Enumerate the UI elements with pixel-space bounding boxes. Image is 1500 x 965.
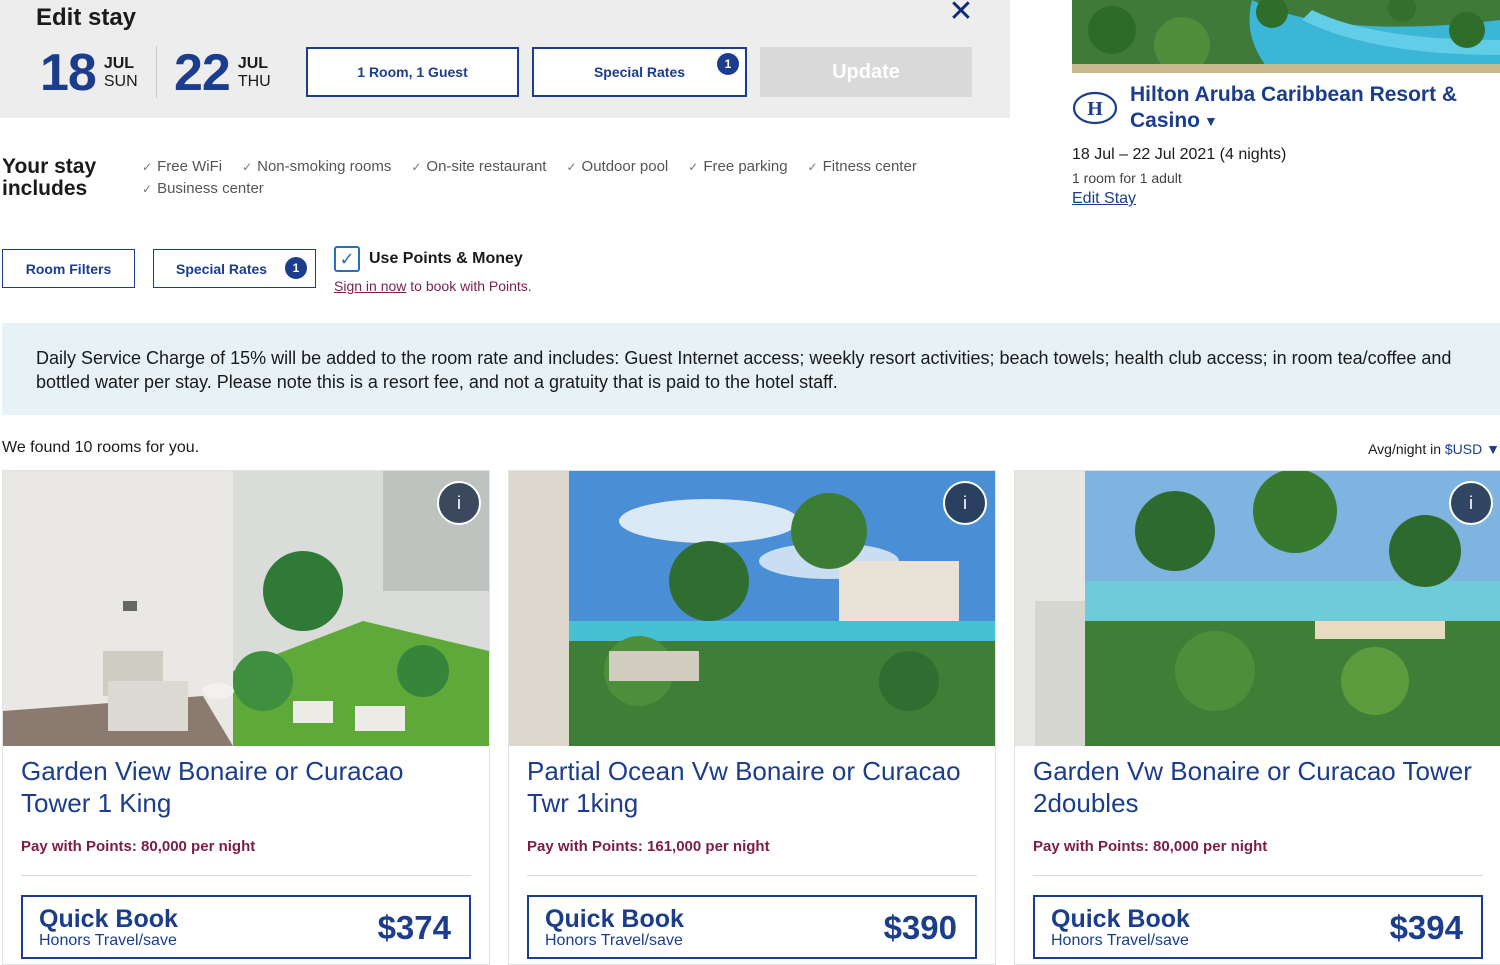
- amenity-item: ✓ Free parking: [688, 158, 788, 175]
- rate-name: Honors Travel/save: [1051, 932, 1189, 949]
- svg-text:H: H: [1087, 98, 1103, 120]
- room-info-button[interactable]: i: [437, 481, 481, 525]
- rooms-guests-button[interactable]: 1 Room, 1 Guest: [306, 47, 519, 97]
- results-count: We found 10 rooms for you.: [2, 439, 200, 456]
- quick-book-button[interactable]: Quick Book Honors Travel/save $374: [21, 895, 471, 959]
- amenity-item: ✓ Business center: [142, 180, 264, 197]
- edit-stay-link[interactable]: Edit Stay: [1072, 190, 1136, 208]
- quick-book-title: Quick Book: [1051, 905, 1190, 933]
- special-rates-button[interactable]: Special Rates 1: [153, 249, 316, 288]
- room-info-button[interactable]: i: [1449, 481, 1493, 525]
- points-price: Pay with Points: 161,000 per night: [527, 838, 770, 855]
- room-price: $394: [1389, 909, 1463, 946]
- special-rates-count-badge: 1: [285, 257, 307, 279]
- update-button[interactable]: Update: [760, 47, 972, 97]
- divider: [527, 875, 977, 876]
- room-name[interactable]: Partial Ocean Vw Bonaire or Curacao Twr …: [527, 755, 977, 819]
- quick-book-title: Quick Book: [545, 905, 684, 933]
- checkout-day: 22: [174, 44, 231, 102]
- edit-special-rates-button[interactable]: Special Rates 1: [532, 47, 747, 97]
- check-icon: ✓: [242, 160, 253, 174]
- room-photo[interactable]: i: [1015, 471, 1500, 746]
- edit-special-rates-label: Special Rates: [593, 64, 686, 80]
- avg-night-label: Avg/night in: [1368, 441, 1445, 457]
- room-price: $374: [377, 909, 451, 946]
- use-points-checkbox[interactable]: ✓: [334, 246, 360, 272]
- close-icon[interactable]: ✕: [948, 0, 974, 27]
- room-card: i Garden Vw Bonaire or Curacao Tower 2do…: [1014, 470, 1500, 965]
- quick-book-button[interactable]: Quick Book Honors Travel/save $390: [527, 895, 977, 959]
- check-icon: ✓: [142, 182, 153, 196]
- divider: [21, 875, 471, 876]
- points-price: Pay with Points: 80,000 per night: [1033, 838, 1268, 855]
- checkin-day: 18: [40, 44, 97, 102]
- checkout-date[interactable]: 22 JUL THU: [174, 44, 271, 102]
- use-points-label: Use Points & Money: [369, 250, 523, 267]
- stay-includes-title: Your stay includes: [2, 155, 97, 200]
- amenity-item: ✓ Fitness center: [807, 158, 917, 175]
- stay-guests: 1 room for 1 adult: [1072, 170, 1182, 186]
- rate-name: Honors Travel/save: [39, 932, 177, 949]
- checkin-weekday: SUN: [103, 73, 138, 90]
- hotel-photo: [1072, 0, 1500, 73]
- caret-down-icon: ▼: [1204, 113, 1218, 130]
- hotel-name: Hilton Aruba Caribbean Resort & Casino: [1130, 83, 1458, 132]
- hotel-name-link[interactable]: Hilton Aruba Caribbean Resort & Casino ▼: [1130, 82, 1490, 134]
- avg-night-currency: Avg/night in $USD ▼: [1368, 441, 1500, 457]
- room-filters-button[interactable]: Room Filters: [2, 249, 135, 288]
- edit-stay-panel: Edit stay ✕ 18 JUL SUN 22 JUL THU 1 Room…: [0, 0, 1010, 118]
- resort-fee-notice: Daily Service Charge of 15% will be adde…: [2, 323, 1500, 415]
- special-rates-count-badge: 1: [717, 53, 739, 75]
- room-photo[interactable]: i: [3, 471, 489, 746]
- stay-dates: 18 Jul – 22 Jul 2021 (4 nights): [1072, 146, 1287, 163]
- checkout-weekday: THU: [237, 73, 271, 90]
- checkout-month: JUL: [237, 55, 269, 72]
- caret-down-icon: ▼: [1486, 441, 1500, 457]
- amenity-item: ✓ Free WiFi: [142, 158, 223, 175]
- rooms-guests-label: 1 Room, 1 Guest: [357, 64, 468, 80]
- room-info-button[interactable]: i: [943, 481, 987, 525]
- room-name[interactable]: Garden Vw Bonaire or Curacao Tower 2doub…: [1033, 755, 1483, 819]
- room-price: $390: [883, 909, 957, 946]
- quick-book-button[interactable]: Quick Book Honors Travel/save $394: [1033, 895, 1483, 959]
- amenity-item: ✓ On-site restaurant: [411, 158, 547, 175]
- signin-rest: to book with Points.: [406, 278, 532, 294]
- amenity-item: ✓ Non-smoking rooms: [242, 158, 392, 175]
- signin-prompt: Sign in now to book with Points.: [334, 278, 532, 294]
- date-divider: [156, 46, 157, 98]
- currency-selector[interactable]: $USD ▼: [1445, 441, 1500, 457]
- amenities-list: ✓ Free WiFi ✓ Non-smoking rooms ✓ On-site r…: [142, 158, 962, 198]
- room-photo[interactable]: i: [509, 471, 995, 746]
- quick-book-title: Quick Book: [39, 905, 178, 933]
- room-card: i Partial Ocean Vw Bonaire or Curacao Tw…: [508, 470, 996, 965]
- rate-name: Honors Travel/save: [545, 932, 683, 949]
- check-icon: ✓: [807, 160, 818, 174]
- amenity-item: ✓ Outdoor pool: [566, 158, 669, 175]
- checkmark-icon: ✓: [339, 248, 355, 269]
- checkin-month: JUL: [103, 55, 135, 72]
- edit-stay-title: Edit stay: [36, 4, 137, 31]
- hilton-logo: H: [1072, 91, 1118, 125]
- check-icon: ✓: [142, 160, 153, 174]
- room-filters-label: Room Filters: [25, 260, 112, 277]
- check-icon: ✓: [411, 160, 422, 174]
- divider: [1033, 875, 1483, 876]
- checkin-date[interactable]: 18 JUL SUN: [40, 44, 138, 102]
- points-price: Pay with Points: 80,000 per night: [21, 838, 256, 855]
- special-rates-label: Special Rates: [176, 260, 268, 277]
- room-card: i Garden View Bonaire or Curacao Tower 1…: [2, 470, 490, 965]
- signin-link[interactable]: Sign in now: [334, 278, 406, 294]
- check-icon: ✓: [688, 160, 699, 174]
- check-icon: ✓: [566, 160, 577, 174]
- room-name[interactable]: Garden View Bonaire or Curacao Tower 1 K…: [21, 755, 471, 819]
